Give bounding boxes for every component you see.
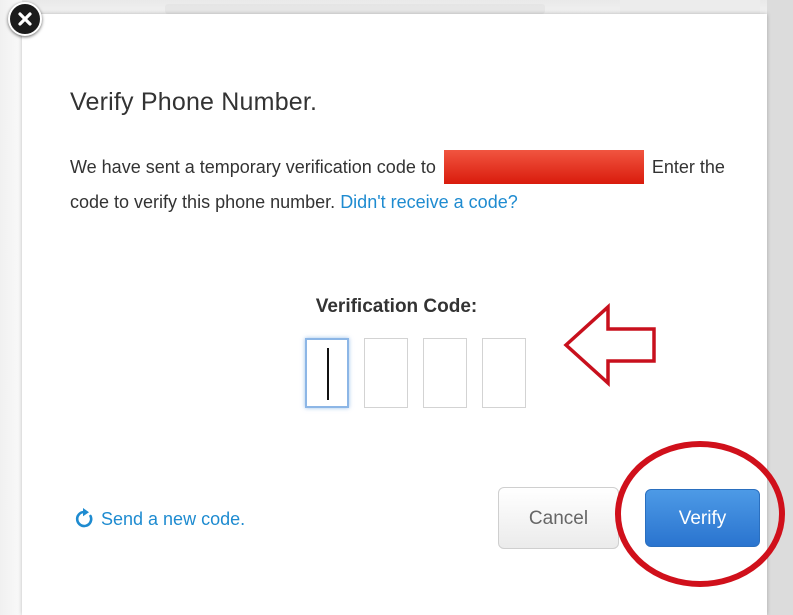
redacted-phone-number [443, 150, 644, 184]
code-digit-3[interactable] [423, 338, 467, 408]
dialog-description: We have sent a temporary verification co… [70, 150, 760, 220]
send-new-code-link[interactable]: Send a new code. [75, 508, 245, 530]
close-icon [18, 12, 32, 26]
verify-button[interactable]: Verify [645, 489, 760, 547]
text-caret [327, 348, 329, 400]
refresh-icon [75, 508, 93, 528]
code-digit-2[interactable] [364, 338, 408, 408]
description-text: We have sent a temporary verification co… [70, 157, 436, 177]
close-button[interactable] [8, 2, 42, 36]
didnt-receive-code-link[interactable]: Didn't receive a code? [340, 192, 518, 212]
arrow-left-annotation [563, 303, 656, 387]
verification-code-label: Verification Code: [315, 296, 478, 317]
cancel-button[interactable]: Cancel [498, 487, 619, 549]
send-new-code-label: Send a new code. [101, 509, 246, 529]
dialog-title: Verify Phone Number. [70, 88, 318, 116]
code-digit-1[interactable] [305, 338, 349, 408]
code-digit-4[interactable] [482, 338, 526, 408]
background-blur [165, 4, 545, 14]
